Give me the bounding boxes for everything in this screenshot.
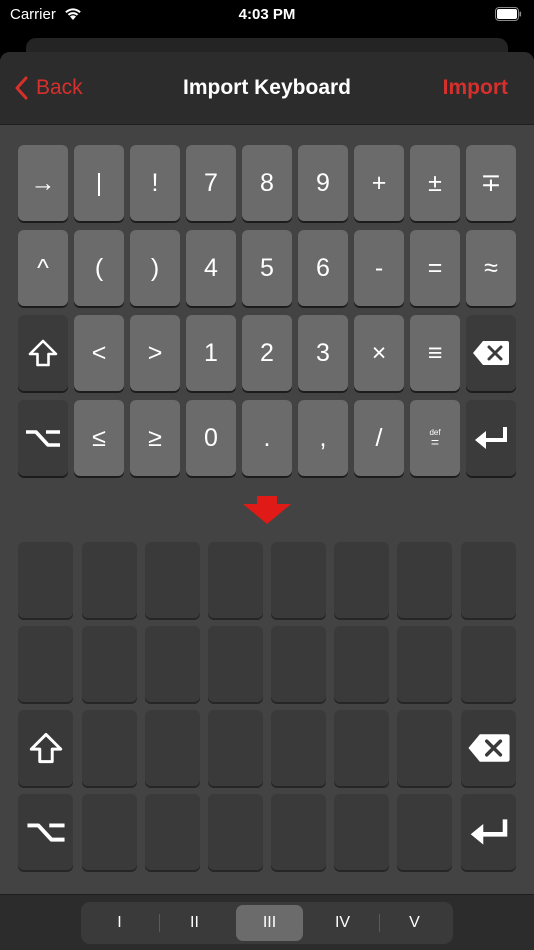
keyboard-slot[interactable] <box>334 542 389 618</box>
keyboard-slot[interactable] <box>271 794 326 870</box>
def-equals: = <box>430 434 440 450</box>
tab-i[interactable]: I <box>86 905 153 941</box>
keyboard-slot[interactable] <box>334 794 389 870</box>
keyboard-slot[interactable] <box>397 542 452 618</box>
keyboard-slot[interactable] <box>334 710 389 786</box>
import-keyboard-sheet: Back Import Keyboard Import → | ! 7 8 9 … <box>0 52 534 950</box>
keyboard-slot[interactable] <box>271 626 326 702</box>
keyboard-slot[interactable] <box>208 794 263 870</box>
key-period[interactable]: . <box>242 400 292 476</box>
keyboard-slot[interactable] <box>82 626 137 702</box>
keyboard-slot[interactable] <box>82 794 137 870</box>
key-8[interactable]: 8 <box>242 145 292 221</box>
key-7[interactable]: 7 <box>186 145 236 221</box>
backspace-icon <box>473 341 509 365</box>
arrow-down-icon <box>243 496 291 524</box>
key-plus[interactable]: + <box>354 145 404 221</box>
keyboard-slot[interactable] <box>82 710 137 786</box>
key-open-paren[interactable]: ( <box>74 230 124 306</box>
keyboard-slot[interactable] <box>397 710 452 786</box>
keyboard-slot[interactable] <box>145 794 200 870</box>
key-approx[interactable]: ≈ <box>466 230 516 306</box>
target-key-backspace[interactable] <box>461 710 516 786</box>
key-caret[interactable]: ^ <box>18 230 68 306</box>
keyboard-page-selector: I II III IV V <box>81 902 453 944</box>
status-time: 4:03 PM <box>238 6 296 23</box>
key-greater-equal[interactable]: ≥ <box>130 400 180 476</box>
segment-divider <box>159 914 160 932</box>
segment-divider <box>379 914 380 932</box>
key-backspace[interactable] <box>466 315 516 391</box>
keyboard-slot[interactable] <box>208 542 263 618</box>
key-shift[interactable] <box>18 315 68 391</box>
key-plus-minus[interactable]: ± <box>410 145 460 221</box>
key-return[interactable] <box>466 400 516 476</box>
key-5[interactable]: 5 <box>242 230 292 306</box>
key-arrow[interactable]: → <box>18 145 68 221</box>
key-identical[interactable]: ≡ <box>410 315 460 391</box>
return-icon <box>470 819 507 845</box>
bottom-toolbar: I II III IV V <box>0 894 534 950</box>
keyboard-slot[interactable] <box>208 626 263 702</box>
key-minus-plus[interactable]: ∓ <box>466 145 516 221</box>
target-key-return[interactable] <box>461 794 516 870</box>
keyboard-slot[interactable] <box>18 626 73 702</box>
option-icon <box>26 430 60 447</box>
keyboard-slot[interactable] <box>145 542 200 618</box>
keyboard-slot[interactable] <box>208 710 263 786</box>
key-close-paren[interactable]: ) <box>130 230 180 306</box>
key-0[interactable]: 0 <box>186 400 236 476</box>
key-9[interactable]: 9 <box>298 145 348 221</box>
key-minus[interactable]: - <box>354 230 404 306</box>
tab-v[interactable]: V <box>381 905 448 941</box>
key-multiply[interactable]: × <box>354 315 404 391</box>
keyboard-slot[interactable] <box>271 710 326 786</box>
tab-ii[interactable]: II <box>161 905 228 941</box>
target-key-shift[interactable] <box>18 710 73 786</box>
shift-icon <box>29 732 62 764</box>
keyboard-slot[interactable] <box>461 542 516 618</box>
key-equals[interactable]: = <box>410 230 460 306</box>
shift-icon <box>28 339 58 367</box>
keyboard-slot[interactable] <box>397 626 452 702</box>
keyboard-slot[interactable] <box>145 626 200 702</box>
keyboard-slot[interactable] <box>18 542 73 618</box>
key-slash[interactable]: / <box>354 400 404 476</box>
nav-bar: Back Import Keyboard Import <box>0 52 534 125</box>
key-comma[interactable]: , <box>298 400 348 476</box>
tab-iv[interactable]: IV <box>309 905 376 941</box>
key-3[interactable]: 3 <box>298 315 348 391</box>
keyboard-slot[interactable] <box>334 626 389 702</box>
keyboard-slot[interactable] <box>82 542 137 618</box>
key-option[interactable] <box>18 400 68 476</box>
tab-iii[interactable]: III <box>236 905 303 941</box>
key-exclamation[interactable]: ! <box>130 145 180 221</box>
keyboard-slot[interactable] <box>271 542 326 618</box>
target-key-option[interactable] <box>18 794 73 870</box>
key-1[interactable]: 1 <box>186 315 236 391</box>
return-icon <box>475 427 507 449</box>
keyboard-slot[interactable] <box>461 626 516 702</box>
key-pipe[interactable]: | <box>74 145 124 221</box>
key-defined-as[interactable]: def = <box>410 400 460 476</box>
battery-icon <box>495 7 522 21</box>
status-bar: Carrier 4:03 PM <box>0 0 534 30</box>
keyboard-slot[interactable] <box>397 794 452 870</box>
key-greater-than[interactable]: > <box>130 315 180 391</box>
key-less-than[interactable]: < <box>74 315 124 391</box>
backspace-icon <box>467 734 510 762</box>
key-less-equal[interactable]: ≤ <box>74 400 124 476</box>
import-button[interactable]: Import <box>443 76 508 100</box>
keyboard-slot[interactable] <box>145 710 200 786</box>
option-icon <box>26 823 65 842</box>
key-4[interactable]: 4 <box>186 230 236 306</box>
key-6[interactable]: 6 <box>298 230 348 306</box>
key-2[interactable]: 2 <box>242 315 292 391</box>
